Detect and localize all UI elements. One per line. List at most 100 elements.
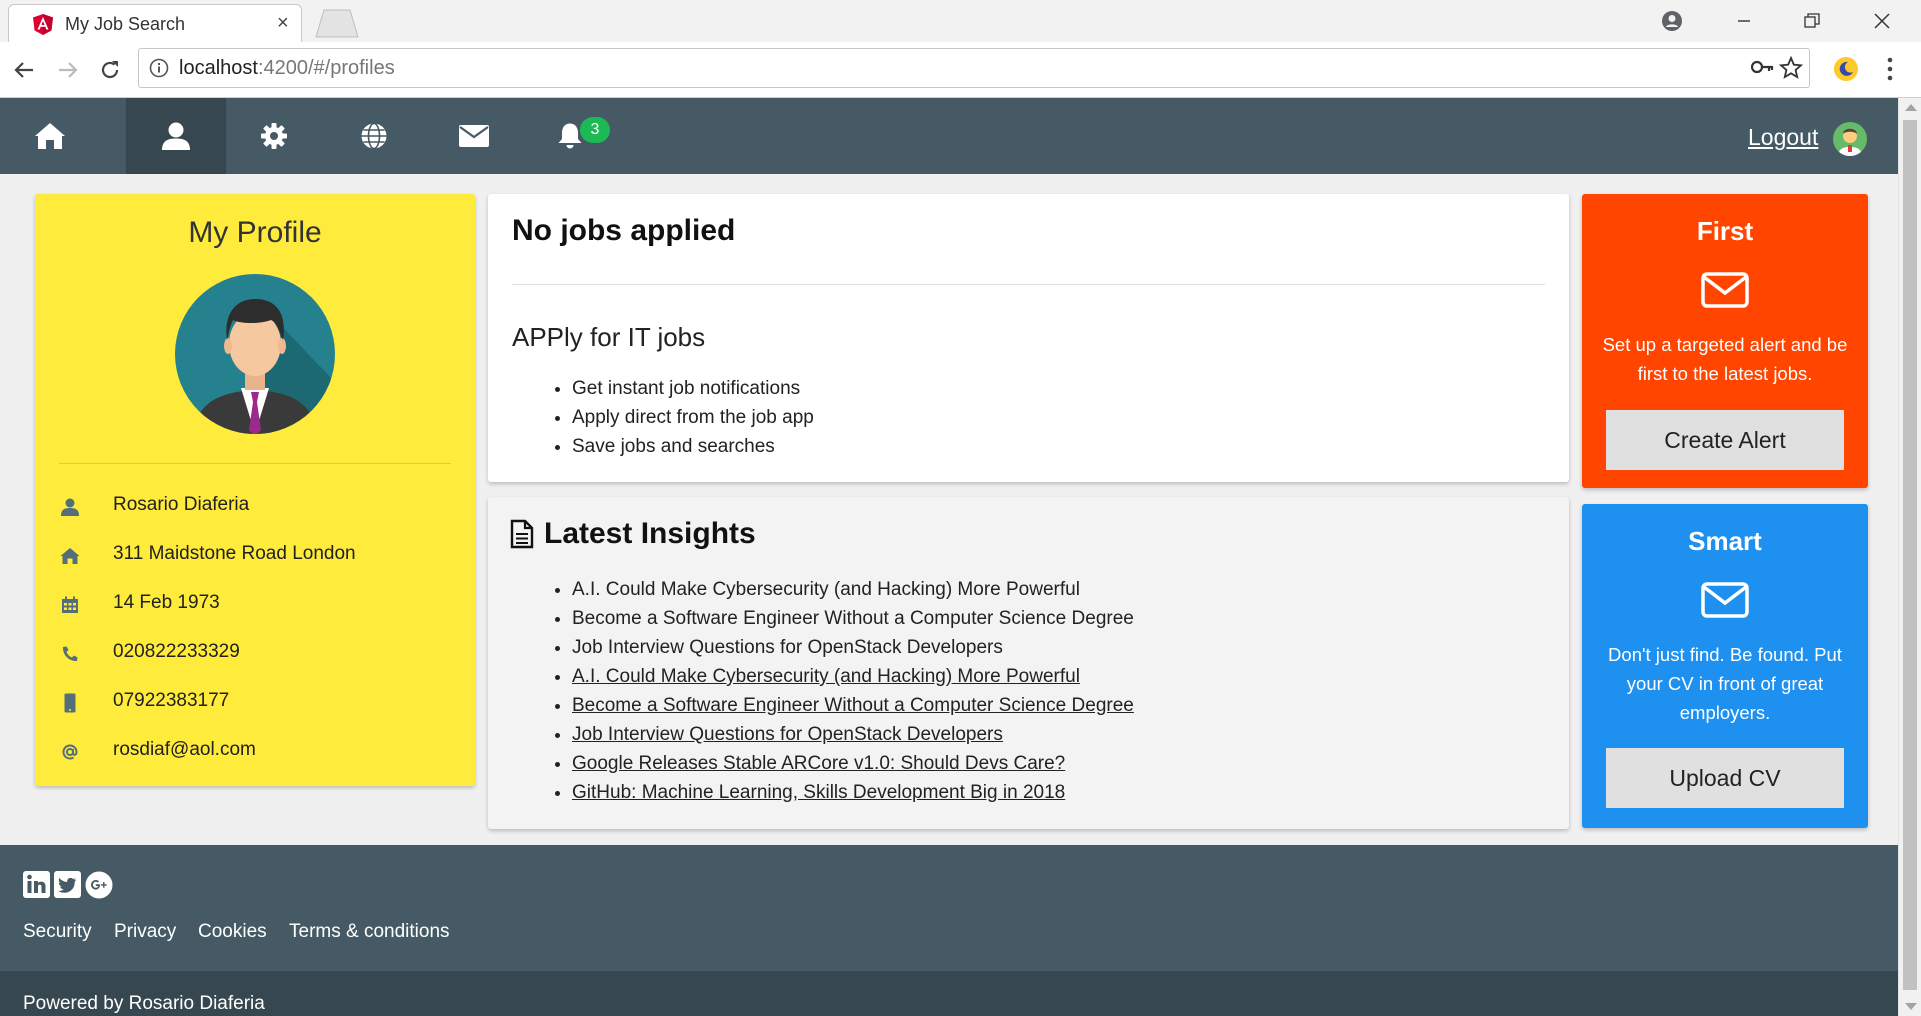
nav-settings[interactable] xyxy=(224,98,324,174)
extension-icon[interactable] xyxy=(1833,56,1859,82)
nav-messages[interactable] xyxy=(424,98,524,174)
list-item: Save jobs and searches xyxy=(572,432,814,461)
nav-profile[interactable] xyxy=(126,98,226,174)
insight-link-item: Become a Software Engineer Without a Com… xyxy=(572,691,1134,720)
footer-link-privacy[interactable]: Privacy xyxy=(114,921,176,943)
linkedin-icon[interactable] xyxy=(23,871,50,898)
google-plus-icon[interactable] xyxy=(85,871,113,899)
scroll-up-arrow[interactable] xyxy=(1905,104,1917,111)
insight-link-item: Job Interview Questions for OpenStack De… xyxy=(572,720,1134,749)
key-icon[interactable] xyxy=(1751,59,1775,75)
powered-by-text: Powered by Rosario Diaferia xyxy=(23,993,265,1014)
restore-button[interactable] xyxy=(1790,4,1834,38)
jobs-subtitle: APPly for IT jobs xyxy=(512,322,706,352)
url-text[interactable]: localhost:4200/#/profiles xyxy=(179,57,395,80)
user-icon xyxy=(161,122,191,150)
notification-badge[interactable]: 3 xyxy=(580,117,610,143)
divider xyxy=(59,463,451,464)
close-window-button[interactable] xyxy=(1860,4,1904,38)
angular-icon xyxy=(33,14,53,36)
alert-card-text: Set up a targeted alert and be first to … xyxy=(1602,334,1848,384)
scroll-thumb[interactable] xyxy=(1903,120,1917,990)
document-icon xyxy=(510,519,534,549)
info-icon[interactable] xyxy=(149,58,169,78)
url-path: :4200/#/profiles xyxy=(257,57,395,79)
calendar-icon xyxy=(59,595,81,615)
cv-card-title: Smart xyxy=(1688,526,1762,556)
minimize-button[interactable] xyxy=(1722,4,1766,38)
tab-title: My Job Search xyxy=(65,14,186,34)
profile-phone-row: 020822233329 xyxy=(59,639,459,669)
mobile-icon xyxy=(59,693,81,713)
insight-link[interactable]: Become a Software Engineer Without a Com… xyxy=(572,695,1134,716)
home-icon xyxy=(34,122,66,150)
address-bar[interactable]: localhost:4200/#/profiles xyxy=(138,48,1810,88)
insight-item: Become a Software Engineer Without a Com… xyxy=(572,604,1134,633)
url-host: localhost xyxy=(179,57,258,79)
divider xyxy=(512,284,1545,285)
jobs-title: No jobs applied xyxy=(512,214,736,247)
profile-mobile: 07922383177 xyxy=(113,690,230,711)
nav-globe[interactable] xyxy=(324,98,424,174)
reload-button[interactable] xyxy=(94,54,126,86)
avatar[interactable] xyxy=(1832,121,1868,157)
cv-promo-card: Smart Don't just find. Be found. Put you… xyxy=(1582,504,1868,828)
page-scrollbar[interactable] xyxy=(1898,98,1921,1016)
profile-avatar xyxy=(175,274,335,434)
insight-link[interactable]: A.I. Could Make Cybersecurity (and Hacki… xyxy=(572,666,1080,687)
profile-email-row: rosdiaf@aol.com xyxy=(59,737,459,767)
envelope-icon xyxy=(1701,272,1749,308)
profile-dob-row: 14 Feb 1973 xyxy=(59,590,459,620)
footer-link-cookies[interactable]: Cookies xyxy=(198,921,267,943)
insight-item: A.I. Could Make Cybersecurity (and Hacki… xyxy=(572,575,1134,604)
insight-link[interactable]: GitHub: Machine Learning, Skills Develop… xyxy=(572,782,1065,803)
home-icon xyxy=(59,546,81,566)
browser-titlebar: My Job Search × xyxy=(0,0,1921,42)
tab-close-icon[interactable]: × xyxy=(277,12,289,35)
cv-card-text: Don't just find. Be found. Put your CV i… xyxy=(1608,644,1842,723)
insight-link[interactable]: Job Interview Questions for OpenStack De… xyxy=(572,724,1003,745)
twitter-icon[interactable] xyxy=(54,871,81,898)
browser-menu-icon[interactable] xyxy=(1886,56,1894,82)
profile-phone: 020822233329 xyxy=(113,641,240,662)
bell-icon xyxy=(557,122,583,150)
envelope-icon xyxy=(459,124,489,148)
bookmark-star-icon[interactable] xyxy=(1779,56,1803,80)
logout-link[interactable]: Logout xyxy=(1748,124,1818,151)
footer: Security Privacy Cookies Terms & conditi… xyxy=(0,845,1898,971)
list-item: Apply direct from the job app xyxy=(572,403,814,432)
account-icon[interactable] xyxy=(1650,4,1694,38)
alert-promo-card: First Set up a targeted alert and be fir… xyxy=(1582,194,1868,488)
footer-link-terms[interactable]: Terms & conditions xyxy=(289,921,450,943)
app-navbar xyxy=(0,98,1898,174)
list-item: Get instant job notifications xyxy=(572,374,814,403)
back-button[interactable] xyxy=(8,54,40,86)
insight-link-item: A.I. Could Make Cybersecurity (and Hacki… xyxy=(572,662,1134,691)
profile-name: Rosario Diaferia xyxy=(113,494,250,515)
profile-dob: 14 Feb 1973 xyxy=(113,592,220,613)
profile-card: My Profile Rosario Diaferia 311 Maidston… xyxy=(35,194,475,786)
scroll-down-arrow[interactable] xyxy=(1905,1003,1917,1010)
footer-link-security[interactable]: Security xyxy=(23,921,92,943)
insights-title: Latest Insights xyxy=(544,517,756,550)
gear-icon xyxy=(260,122,288,150)
profile-title: My Profile xyxy=(188,216,322,249)
alert-card-title: First xyxy=(1696,216,1754,246)
profile-mobile-row: 07922383177 xyxy=(59,688,459,718)
insight-item: Job Interview Questions for OpenStack De… xyxy=(572,633,1134,662)
new-tab-button[interactable] xyxy=(314,8,360,38)
profile-email: rosdiaf@aol.com xyxy=(113,739,256,760)
insight-link[interactable]: Google Releases Stable ARCore v1.0: Shou… xyxy=(572,753,1065,774)
nav-home[interactable] xyxy=(0,98,100,174)
insights-card: Latest Insights A.I. Could Make Cybersec… xyxy=(488,497,1569,829)
upload-cv-button[interactable]: Upload CV xyxy=(1606,748,1844,808)
create-alert-button[interactable]: Create Alert xyxy=(1606,410,1844,470)
phone-icon xyxy=(59,644,81,664)
jobs-benefits-list: Get instant job notifications Apply dire… xyxy=(512,374,814,461)
sub-footer: Powered by Rosario Diaferia xyxy=(0,971,1898,1016)
user-icon xyxy=(59,497,81,517)
forward-button[interactable] xyxy=(52,54,84,86)
browser-tab[interactable]: My Job Search × xyxy=(8,4,302,42)
profile-address: 311 Maidstone Road London xyxy=(113,543,356,564)
globe-icon xyxy=(360,122,388,150)
